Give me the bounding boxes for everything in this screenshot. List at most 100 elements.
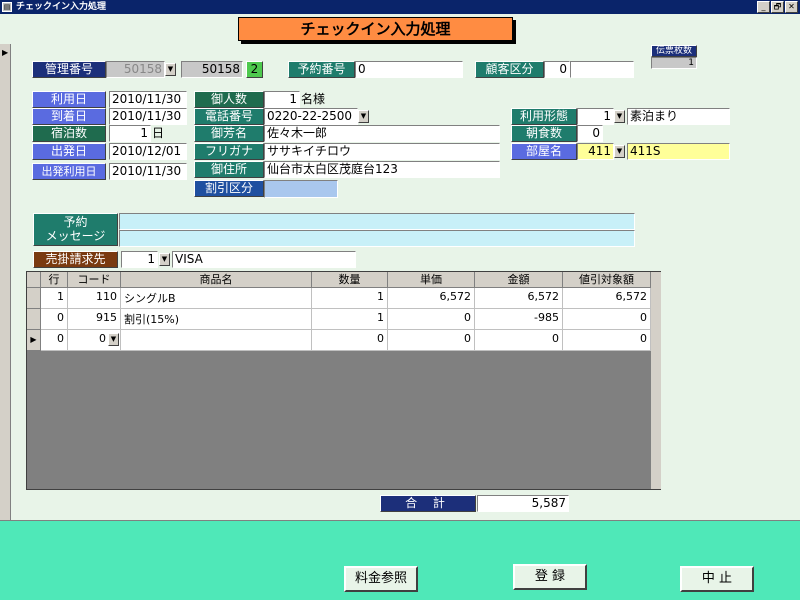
window-title-bar: ▤ チェックイン入力処理 _ 🗗 ✕	[0, 0, 800, 14]
reservation-message-line2[interactable]	[119, 230, 635, 247]
grid-cell-amount[interactable]: 6,572	[475, 288, 563, 309]
usage-date-label: 利用日	[32, 91, 106, 108]
line-items-grid: 行 コード 商品名 数量 単価 金額 値引対象額 1 110 シングルB 1 6…	[26, 271, 661, 490]
usage-date-field[interactable]: 2010/11/30	[109, 91, 187, 108]
billing-account-label: 売掛請求先	[33, 251, 118, 268]
room-dropdown-icon[interactable]: ▼	[614, 145, 625, 158]
phone-number-combo[interactable]: 0220-22-2500	[264, 108, 358, 125]
breakfast-count-label: 朝食数	[511, 125, 577, 142]
billing-account-code[interactable]: 1	[121, 251, 158, 268]
grid-cell-row[interactable]: 1	[41, 288, 68, 309]
nights-label: 宿泊数	[32, 125, 106, 142]
record-selector[interactable]: ▶	[0, 44, 11, 520]
guest-name-field[interactable]: 佐々木一郎	[264, 125, 500, 142]
furigana-field[interactable]: ササキイチロウ	[264, 143, 500, 160]
grid-cell-quantity[interactable]: 1	[312, 309, 388, 330]
guest-name-label: 御芳名	[194, 125, 264, 142]
rate-reference-button[interactable]: 料金参照	[344, 566, 418, 592]
cancel-button[interactable]: 中 止	[680, 566, 754, 592]
register-button[interactable]: 登 録	[513, 564, 587, 590]
grid-cell-item-name[interactable]: シングルB	[121, 288, 312, 309]
grid-cell-amount[interactable]: -985	[475, 309, 563, 330]
address-label: 御住所	[194, 161, 264, 178]
discount-category-label: 割引区分	[194, 180, 264, 197]
grid-cell-row[interactable]: 0	[41, 309, 68, 330]
grid-header-unit-price: 単価	[388, 272, 475, 288]
billing-account-name[interactable]: VISA	[172, 251, 356, 268]
grid-cell-row[interactable]: 0	[41, 330, 68, 351]
grid-cell-quantity[interactable]: 0	[312, 330, 388, 351]
breakfast-count-field[interactable]: 0	[577, 125, 603, 142]
departure-date-label: 出発日	[32, 143, 106, 160]
reservation-message-label-line1: 予約	[63, 215, 88, 229]
customer-category-name[interactable]	[570, 61, 634, 78]
departure-usage-date-field[interactable]: 2010/11/30	[109, 163, 187, 180]
restore-button[interactable]: 🗗	[771, 1, 784, 13]
reservation-message-label: 予約 メッセージ	[33, 213, 118, 246]
grid-cell-unit-price[interactable]: 0	[388, 309, 475, 330]
billing-account-dropdown-icon[interactable]: ▼	[159, 253, 170, 266]
grid-cell-discount-target[interactable]: 6,572	[563, 288, 651, 309]
grid-header-row: 行	[41, 272, 68, 288]
grid-cell-item-name[interactable]	[121, 330, 312, 351]
usage-type-code[interactable]: 1	[577, 108, 614, 125]
grid-scrollbar[interactable]	[651, 272, 661, 489]
grid-corner	[27, 272, 41, 288]
departure-date-field[interactable]: 2010/12/01	[109, 143, 187, 160]
ticket-count-label: 伝票枚数	[651, 45, 697, 57]
furigana-label: フリガナ	[194, 143, 264, 160]
grid-cell-unit-price[interactable]: 6,572	[388, 288, 475, 309]
discount-category-field[interactable]	[264, 180, 338, 198]
grid-header-amount: 金額	[475, 272, 563, 288]
grid-code-dropdown-icon[interactable]: ▼	[108, 333, 119, 346]
current-row-arrow-icon: ▶	[30, 335, 37, 344]
grid-cell-unit-price[interactable]: 0	[388, 330, 475, 351]
ticket-count-value: 1	[651, 57, 697, 69]
phone-number-dropdown-icon[interactable]: ▼	[358, 110, 369, 123]
room-name-label: 部屋名	[511, 143, 577, 160]
row-selector-current[interactable]: ▶	[27, 330, 41, 351]
management-number-dropdown-icon[interactable]: ▼	[165, 63, 176, 76]
management-number-badge[interactable]: 2	[246, 61, 263, 78]
grid-cell-amount[interactable]: 0	[475, 330, 563, 351]
grid-cell-discount-target[interactable]: 0	[563, 309, 651, 330]
nights-field[interactable]: 1	[109, 125, 151, 142]
management-number-combo[interactable]: 50158	[106, 61, 165, 78]
row-selector[interactable]	[27, 288, 41, 309]
address-field[interactable]: 仙台市太白区茂庭台123	[264, 161, 500, 178]
reservation-message-line1[interactable]	[119, 213, 635, 230]
room-code[interactable]: 411	[577, 143, 614, 160]
total-field: 5,587	[477, 495, 569, 512]
guest-count-label: 御人数	[194, 91, 264, 108]
row-selector[interactable]	[27, 309, 41, 330]
close-button[interactable]: ✕	[785, 1, 798, 13]
customer-category-label: 顧客区分	[475, 61, 544, 78]
grid-cell-discount-target[interactable]: 0	[563, 330, 651, 351]
arrival-date-label: 到着日	[32, 108, 106, 125]
reservation-number-label: 予約番号	[288, 61, 355, 78]
grid-cell-code[interactable]: 915	[68, 309, 121, 330]
usage-type-label: 利用形態	[511, 108, 577, 125]
usage-type-name[interactable]: 素泊まり	[627, 108, 730, 125]
usage-type-dropdown-icon[interactable]: ▼	[614, 110, 625, 123]
grid-header-quantity: 数量	[312, 272, 388, 288]
grid-cell-code[interactable]: 110	[68, 288, 121, 309]
reservation-number-field[interactable]: 0	[355, 61, 463, 78]
minimize-button[interactable]: _	[757, 1, 770, 13]
phone-number-label: 電話番号	[194, 108, 264, 125]
management-number-field[interactable]: 50158	[181, 61, 243, 78]
grid-cell-item-name[interactable]: 割引(15%)	[121, 309, 312, 330]
total-label: 合 計	[380, 495, 476, 512]
window-title: チェックイン入力処理	[16, 2, 107, 12]
room-name-field[interactable]: 411S	[627, 143, 730, 160]
grid-header-code: コード	[68, 272, 121, 288]
grid-header-item-name: 商品名	[121, 272, 312, 288]
nights-unit: 日	[152, 126, 165, 140]
arrival-date-field[interactable]: 2010/11/30	[109, 108, 187, 125]
guest-count-field[interactable]: 1	[264, 91, 300, 108]
guest-count-unit: 名様	[301, 92, 326, 106]
customer-category-code[interactable]: 0	[544, 61, 570, 78]
form-title-banner: チェックイン入力処理	[238, 17, 513, 41]
departure-usage-date-label: 出発利用日	[32, 163, 106, 180]
grid-cell-quantity[interactable]: 1	[312, 288, 388, 309]
